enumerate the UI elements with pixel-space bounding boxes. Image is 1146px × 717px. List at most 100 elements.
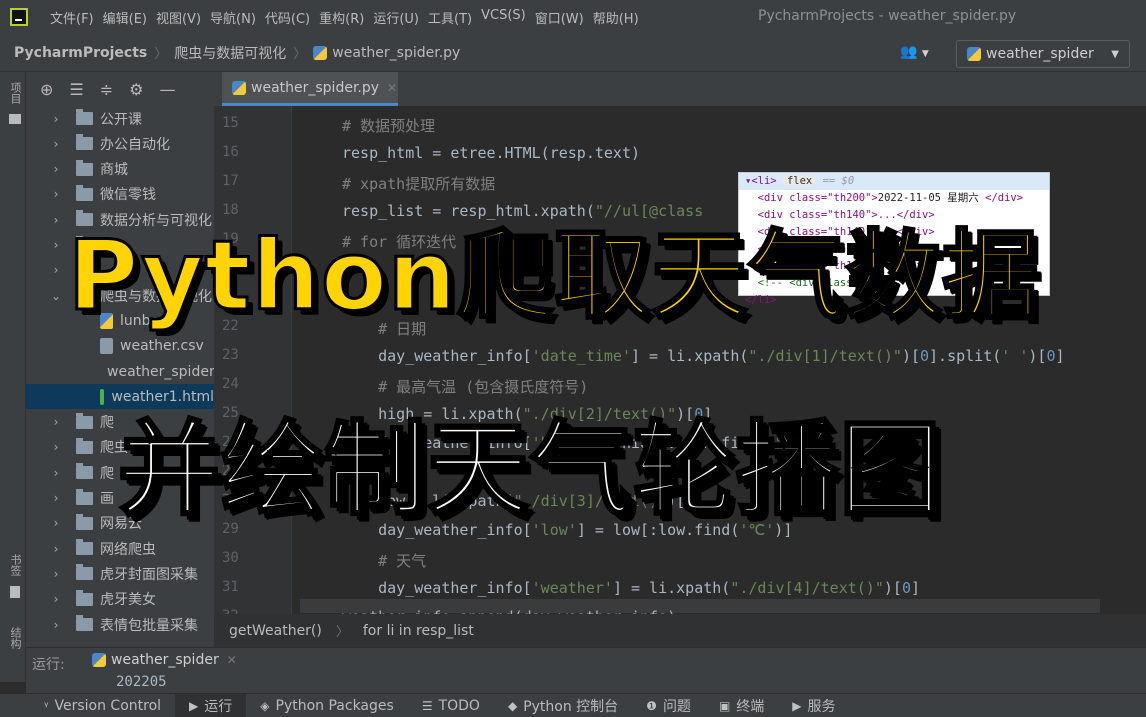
project-panel: ⊕ ☰ ≑ ⚙ — › 公开课 › 办公自动化 › 商城 › 微信零钱 › 数据分析与可视化 › › ⌄… [26,72,236,647]
ide-window: 文件(F) 编辑(E) 视图(V) 导航(N) 代码(C) 重构(R) 运行(U) 工具(T)… [0,0,1146,717]
chevron-right-icon[interactable]: › [50,213,62,227]
tool-window-button[interactable]: ▣ 终端 [705,694,778,717]
tree-item[interactable]: › 办公自动化 [26,131,214,156]
tree-item[interactable]: › 虎牙封面图采集 [26,561,214,586]
tool-window-button[interactable]: ◈ Python Packages [246,694,408,717]
chevron-down-icon[interactable]: ⌄ [50,289,62,303]
expand-all-icon[interactable]: ☰ [69,80,83,99]
gear-icon[interactable]: ⚙ [129,80,143,99]
tree-item-label: 网络爬虫 [100,541,156,558]
tree-item[interactable]: › 商城 [26,157,214,182]
tree-item[interactable]: › 表情包批量采集 [26,612,214,637]
project-tool-tab[interactable]: 项目 [3,82,23,124]
folder-icon [76,412,93,429]
tab-weather-spider[interactable]: weather_spider.py ✕ [222,72,398,106]
tree-item[interactable]: › 公开课 [26,106,214,131]
hide-icon[interactable]: — [160,80,176,99]
services-icon: ▶ [792,698,802,713]
chevron-right-icon[interactable]: › [50,516,62,530]
tool-window-label: 终端 [736,698,765,715]
code-line[interactable]: day_weather_info['weather'] = li.xpath("… [342,579,920,597]
tool-window-button[interactable]: ᵞ Version Control [30,694,175,717]
tree-item[interactable]: › 网络爬虫 [26,536,214,561]
menu-item[interactable]: 编辑(E) [103,8,147,27]
menu-item[interactable]: 代码(C) [265,8,310,27]
tool-window-button[interactable]: ◆ Python 控制台 [494,694,632,717]
line-number: 31 [222,579,239,595]
chevron-right-icon[interactable]: › [50,592,62,606]
tree-item-label: weather_spider.py [107,363,214,380]
html-file-icon [100,388,105,405]
menu-item[interactable]: VCS(S) [481,8,526,27]
chevron-right-icon[interactable]: › [50,491,62,505]
folder-icon [76,615,93,631]
run-tab-weather-spider[interactable]: weather_spider ✕ [92,652,237,668]
chevron-right-icon[interactable]: › [50,162,62,176]
run-label: 运行: [32,657,65,673]
problems-icon: ❶ [646,698,657,713]
navigation-bar: PycharmProjects 〉 爬虫与数据可视化 〉 weather_spi… [0,34,1146,72]
code-breadcrumb-loop[interactable]: for li in resp_list [363,623,474,639]
breadcrumb-folder[interactable]: 爬虫与数据可视化 [174,43,286,63]
close-icon[interactable]: ✕ [387,81,397,95]
window-title: PycharmProjects - weather_spider.py [758,8,1017,24]
code-line[interactable]: resp_html = etree.HTML(resp.text) [342,144,640,162]
chevron-right-icon[interactable]: › [50,440,62,454]
tool-window-button[interactable]: ❶ 问题 [632,694,705,717]
title-overlay-line1: Python爬取天气数据 [66,219,1040,334]
pycharm-logo-icon[interactable] [10,8,28,26]
tool-window-button[interactable]: ☰ TODO [408,694,494,717]
code-line[interactable]: # xpath提取所有数据 [342,173,495,194]
menu-bar: 文件(F) 编辑(E) 视图(V) 导航(N) 代码(C) 重构(R) 运行(U) 工具(T)… [0,0,1146,34]
chevron-right-icon[interactable]: › [50,542,62,556]
code-breadcrumb-function[interactable]: getWeather() [229,623,322,639]
python-file-icon [313,45,328,60]
tree-item-label: 公开课 [100,111,142,128]
run-icon: ▶ [189,698,199,713]
chevron-right-icon[interactable]: › [50,187,62,201]
menu-item[interactable]: 窗口(W) [535,8,584,27]
chevron-right-icon[interactable]: › [50,238,62,252]
chevron-right-icon[interactable]: › [50,112,62,126]
breadcrumb-file[interactable]: weather_spider.py [332,45,460,61]
menu-item[interactable]: 导航(N) [210,8,256,27]
menu-item[interactable]: 重构(R) [319,8,364,27]
chevron-right-icon[interactable]: › [50,263,62,277]
tree-item-label: 表情包批量采集 [100,617,198,634]
code-line[interactable]: day_weather_info['date_time'] = li.xpath… [342,347,1064,365]
menu-item[interactable]: 视图(V) [156,8,201,27]
dom-node-row[interactable]: ▾<li> flex == $0 [739,173,1049,190]
tab-label: weather_spider.py [251,79,380,96]
bookmarks-tool-tab[interactable]: 书签 [3,554,23,598]
packages-icon: ◈ [260,698,270,713]
structure-tool-tab[interactable]: 结构 [3,627,23,649]
chevron-right-icon[interactable]: › [50,137,62,151]
tree-item[interactable]: › 虎牙美女 [26,587,214,612]
tool-window-label: 问题 [662,698,691,715]
code-line[interactable]: # 数据预处理 [342,115,435,136]
close-icon[interactable]: ✕ [227,653,237,667]
tool-window-button[interactable]: ▶ 服务 [778,694,849,717]
run-config-selector[interactable]: weather_spider ▼ [956,40,1130,68]
tree-item[interactable]: weather_spider.py [26,359,214,384]
tree-item[interactable]: weather.csv [26,334,214,359]
csv-file-icon [100,338,113,355]
locate-icon[interactable]: ⊕ [40,80,53,99]
tree-item-label: 虎牙封面图采集 [100,566,198,583]
chevron-right-icon[interactable]: › [50,415,62,429]
chevron-right-icon[interactable]: › [50,466,62,480]
menu-item[interactable]: 运行(U) [373,8,419,27]
folder-icon [76,539,93,556]
breadcrumb-project[interactable]: PycharmProjects [14,45,147,61]
tree-item-label: 商城 [100,162,128,179]
menu-item[interactable]: 工具(T) [428,8,472,27]
vcs-user-button[interactable]: 👥 ▼ [900,44,929,60]
code-line[interactable]: # 天气 [342,550,426,571]
menu-item[interactable]: 帮助(H) [593,8,639,27]
collapse-all-icon[interactable]: ≑ [100,80,113,99]
chevron-right-icon[interactable]: › [50,567,62,581]
tool-window-button[interactable]: ▶ 运行 [175,693,247,717]
menu-item[interactable]: 文件(F) [50,8,94,27]
chevron-right-icon[interactable]: › [50,618,62,632]
folder-icon [76,437,93,454]
